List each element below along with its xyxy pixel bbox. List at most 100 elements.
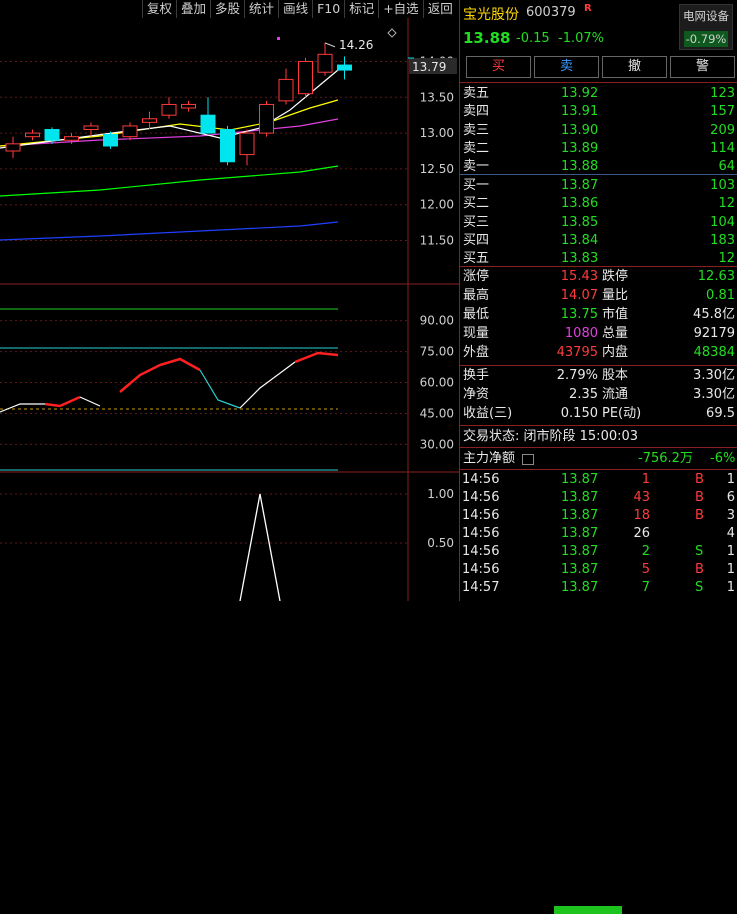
indicator-line: [119, 357, 201, 393]
net-flow-value: -756.2万: [638, 451, 693, 466]
moving-average-line: [0, 165, 339, 197]
bid-label: 买三: [463, 214, 490, 230]
price-change: -0.15: [516, 31, 550, 46]
divider: [460, 82, 737, 83]
stat-label: 市值: [602, 307, 629, 322]
stat-row: 最低 13.75 市值 45.8亿: [460, 306, 737, 324]
diamond-icon: [387, 28, 397, 38]
trade-status-row: 交易状态: 闭市阶段 15:00:03: [460, 428, 737, 446]
bid-price: 13.84: [561, 232, 599, 248]
price-tick-label: 11.50: [420, 234, 454, 248]
ask-row: 卖四 13.91 157: [460, 103, 737, 121]
trade-button[interactable]: 买: [466, 56, 531, 78]
stat-row: 收益(三) 0.150 PE(动) 69.5: [460, 405, 737, 423]
list-icon[interactable]: [522, 454, 534, 465]
stat-label: 总量: [602, 326, 629, 341]
last-price-tag: 13.79: [412, 60, 446, 74]
ask-volume: 209: [710, 122, 735, 138]
stat-value: 0.150: [560, 406, 598, 421]
tick-count: 1: [726, 472, 735, 487]
stat-label: 换手: [463, 368, 490, 383]
rights-tag: R: [584, 3, 592, 14]
stat-value: 45.8亿: [693, 307, 735, 322]
marker-dot: [277, 37, 280, 40]
candle-body: [278, 78, 294, 102]
stat-label: 跌停: [602, 269, 629, 284]
stat-value: 1080: [564, 326, 598, 341]
moving-average-line: [0, 221, 339, 241]
stat-value: 12.63: [697, 269, 735, 284]
sector-name: 电网设备: [683, 9, 729, 23]
stat-label: 股本: [602, 368, 629, 383]
stat-label: 涨停: [463, 269, 490, 284]
ask-price: 13.90: [561, 122, 599, 138]
divider: [460, 266, 737, 267]
high-marker-line: [324, 42, 336, 48]
tick-row: 14:56 13.87 18 B 3: [460, 507, 737, 525]
tick-time: 14:56: [462, 544, 500, 559]
tick-time: 14:56: [462, 562, 500, 577]
bid-row: 买四 13.84 183: [460, 232, 737, 250]
stat-value: 92179: [693, 326, 735, 341]
tick-volume: 18: [633, 508, 650, 523]
bid-row: 买二 13.86 12: [460, 195, 737, 213]
indicator-line: [79, 396, 101, 407]
stat-value: 48384: [693, 345, 735, 360]
indicator-tick-label: 75.00: [420, 345, 454, 359]
stat-row: 现量 1080 总量 92179: [460, 325, 737, 343]
stat-row: 最高 14.07 量比 0.81: [460, 287, 737, 305]
stat-label: 内盘: [602, 345, 629, 360]
stat-label: PE(动): [602, 406, 642, 421]
tick-time: 14:57: [462, 580, 500, 595]
stat-label: 流通: [602, 387, 629, 402]
ask-label: 卖二: [463, 140, 490, 156]
kline-chart[interactable]: 14.0013.5013.0012.5012.0011.5014.2613.79…: [0, 0, 459, 601]
candle-body: [200, 114, 216, 134]
stat-label: 现量: [463, 326, 490, 341]
divider: [460, 365, 737, 366]
net-flow-row[interactable]: 主力净额 -756.2万 -6%: [460, 450, 737, 914]
tick-side: B: [695, 508, 704, 523]
tick-time: 14:56: [462, 490, 500, 505]
stat-value: 15.43: [560, 269, 598, 284]
stat-value: 14.07: [560, 288, 598, 303]
trade-button[interactable]: 撤: [602, 56, 667, 78]
ask-row: 卖三 13.90 209: [460, 122, 737, 140]
stat-value: 69.5: [706, 406, 735, 421]
bid-label: 买四: [463, 232, 490, 248]
stat-value: 3.30亿: [693, 368, 735, 383]
bid-price: 13.87: [561, 178, 599, 193]
tick-volume: 1: [641, 472, 650, 487]
tick-time: 14:56: [462, 508, 500, 523]
ask-row: 卖二 13.89 114: [460, 140, 737, 158]
ask-price: 13.89: [561, 140, 599, 156]
ask-label: 卖四: [463, 104, 490, 120]
divider: [460, 469, 737, 470]
tick-row: 14:57 13.87 7 S 1: [460, 579, 737, 597]
net-flow-pct: -6%: [710, 451, 736, 466]
candle-body: [44, 129, 60, 141]
candle-body: [161, 103, 177, 116]
tick-side: B: [695, 562, 704, 577]
bid-price: 13.85: [561, 214, 599, 230]
ask-volume: 114: [710, 140, 735, 156]
trade-button[interactable]: 警: [670, 56, 735, 78]
net-flow-bar: [554, 906, 622, 914]
candle-body: [103, 134, 118, 147]
kline-chart-area[interactable]: 复权叠加多股统计画线F10标记+自选返回 14.0013.5013.0012.5…: [0, 0, 459, 601]
candle-body: [259, 103, 274, 134]
candle-body: [337, 64, 352, 71]
candle-body: [142, 118, 157, 123]
stat-value: 43795: [556, 345, 598, 360]
trade-button[interactable]: 卖: [534, 56, 599, 78]
candle-body: [298, 60, 313, 95]
bid-row: 买三 13.85 104: [460, 214, 737, 232]
indicator-tick-label: 30.00: [420, 437, 454, 451]
ask-volume: 157: [710, 104, 735, 120]
last-price: 13.88: [463, 29, 511, 47]
tick-volume: 26: [633, 526, 650, 541]
sector-badge[interactable]: 电网设备 -0.79%: [679, 4, 733, 50]
candle-body: [64, 136, 79, 141]
stat-row: 换手 2.79% 股本 3.30亿: [460, 367, 737, 385]
tick-count: 6: [726, 490, 735, 505]
